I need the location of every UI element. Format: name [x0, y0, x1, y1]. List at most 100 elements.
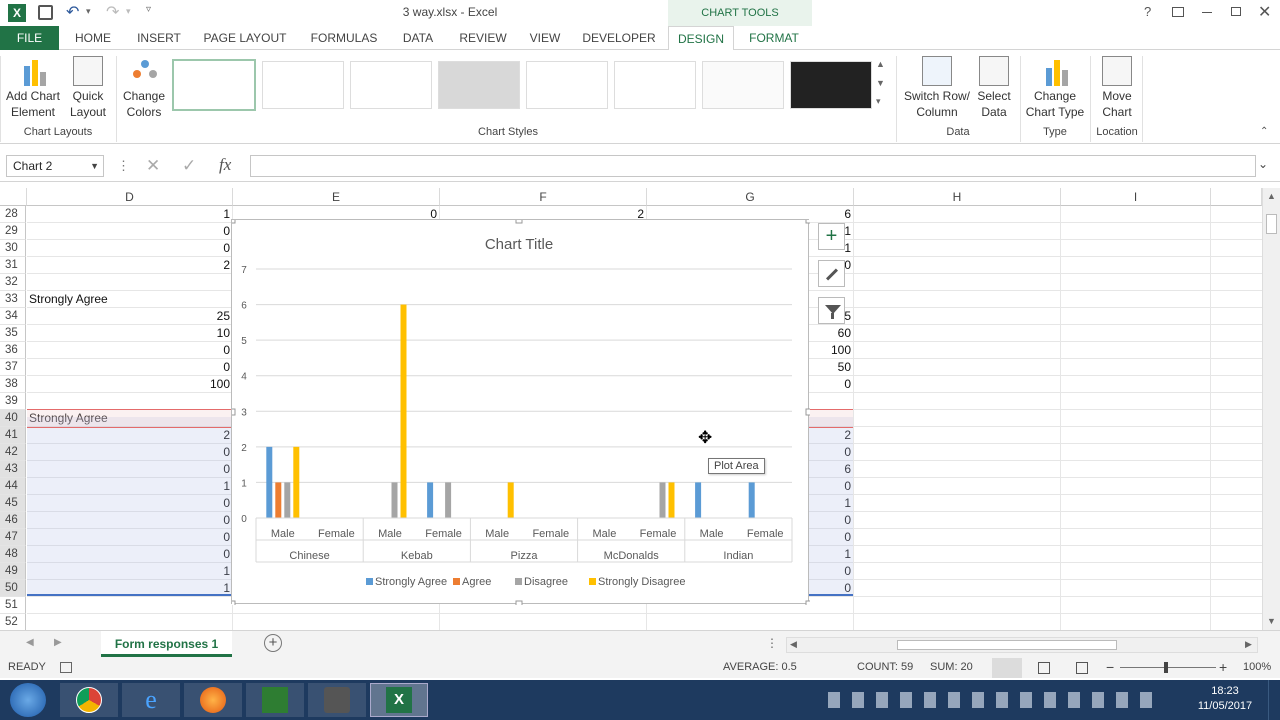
- help-icon[interactable]: ?: [1144, 4, 1151, 19]
- row-header[interactable]: 31: [0, 257, 26, 274]
- tab-insert[interactable]: INSERT: [130, 26, 188, 50]
- excel-taskbar-icon[interactable]: X: [370, 683, 428, 717]
- chart-styles-more[interactable]: ▾: [876, 96, 881, 107]
- row-header[interactable]: 42: [0, 444, 26, 461]
- row-header[interactable]: 51: [0, 597, 26, 614]
- sheet-tab-form-responses[interactable]: Form responses 1: [101, 631, 232, 657]
- col-header-g[interactable]: G: [647, 188, 854, 206]
- row-header[interactable]: 41: [0, 427, 26, 444]
- row-header[interactable]: 28: [0, 206, 26, 223]
- col-header-j[interactable]: [1211, 188, 1262, 206]
- tab-view[interactable]: VIEW: [522, 26, 568, 50]
- zoom-out-icon[interactable]: −: [1106, 659, 1114, 675]
- tab-review[interactable]: REVIEW: [452, 26, 514, 50]
- minimize-icon[interactable]: [1202, 12, 1212, 13]
- scroll-up-arrow[interactable]: ▲: [1267, 191, 1276, 201]
- row-header[interactable]: 50: [0, 580, 26, 597]
- start-button-icon[interactable]: [10, 683, 46, 717]
- clock-time[interactable]: 18:23: [1196, 685, 1254, 697]
- expand-formula-bar-icon[interactable]: ⌄: [1258, 157, 1268, 171]
- formula-input[interactable]: [250, 155, 1256, 177]
- row-header[interactable]: 44: [0, 478, 26, 495]
- chart-object[interactable]: Chart Title 0 1 2 3 4 5 6 7 Male Female Male Female M…: [231, 219, 810, 605]
- chart-styles-scroll-down[interactable]: ▼: [876, 78, 885, 88]
- page-break-view-icon[interactable]: [1076, 662, 1088, 674]
- zoom-slider[interactable]: [1120, 667, 1216, 668]
- undo-dropdown-icon[interactable]: ▾: [86, 6, 91, 17]
- row-header[interactable]: 35: [0, 325, 26, 342]
- col-header-e[interactable]: E: [233, 188, 440, 206]
- collapse-ribbon-icon[interactable]: ⌃: [1260, 126, 1268, 137]
- firefox-taskbar-icon[interactable]: [184, 683, 242, 717]
- clock-date[interactable]: 11/05/2017: [1196, 700, 1254, 712]
- change-colors-button[interactable]: Change Colors: [118, 56, 170, 120]
- chart-style-3[interactable]: [350, 61, 432, 109]
- row-header[interactable]: 37: [0, 359, 26, 376]
- change-chart-type-button[interactable]: Change Chart Type: [1022, 56, 1088, 120]
- horizontal-scrollbar[interactable]: ◀ ▶: [786, 637, 1258, 653]
- row-header[interactable]: 47: [0, 529, 26, 546]
- chart-style-8[interactable]: [790, 61, 872, 109]
- row-header[interactable]: 49: [0, 563, 26, 580]
- chart-style-7[interactable]: [702, 61, 784, 109]
- quick-layout-button[interactable]: Quick Layout: [64, 56, 112, 120]
- tab-format[interactable]: FORMAT: [740, 26, 808, 50]
- add-sheet-button[interactable]: +: [264, 634, 282, 652]
- macro-record-icon[interactable]: [60, 662, 72, 673]
- cell-d35[interactable]: 10: [27, 325, 233, 342]
- system-tray-icons[interactable]: [828, 692, 1164, 708]
- tab-home[interactable]: HOME: [64, 26, 122, 50]
- cell-d31[interactable]: 2: [27, 257, 233, 274]
- cell-d38[interactable]: 100: [27, 376, 233, 393]
- col-header-h[interactable]: H: [854, 188, 1061, 206]
- tab-design[interactable]: DESIGN: [668, 26, 734, 51]
- show-desktop-button[interactable]: [1268, 680, 1280, 720]
- row-header[interactable]: 45: [0, 495, 26, 512]
- save-icon[interactable]: [38, 5, 53, 20]
- normal-view-icon[interactable]: [992, 658, 1022, 678]
- zoom-in-icon[interactable]: +: [1219, 659, 1227, 675]
- name-box-dropdown-icon[interactable]: ▼: [90, 156, 99, 176]
- vertical-scrollbar[interactable]: ▲ ▼: [1262, 188, 1280, 630]
- row-header[interactable]: 34: [0, 308, 26, 325]
- row-header[interactable]: 29: [0, 223, 26, 240]
- redo-dropdown-icon[interactable]: ▾: [126, 6, 131, 17]
- scroll-down-arrow[interactable]: ▼: [1267, 616, 1276, 626]
- ie-taskbar-icon[interactable]: e: [122, 683, 180, 717]
- hscroll-thumb[interactable]: [897, 640, 1117, 650]
- chart-style-2[interactable]: [262, 61, 344, 109]
- row-header[interactable]: 52: [0, 614, 26, 630]
- row-header[interactable]: 40: [0, 410, 26, 427]
- col-header-f[interactable]: F: [440, 188, 647, 206]
- tab-file[interactable]: FILE: [0, 26, 59, 50]
- hscroll-right-arrow[interactable]: ▶: [1245, 639, 1252, 650]
- insert-function-icon[interactable]: fx: [219, 155, 231, 175]
- cell-d37[interactable]: 0: [27, 359, 233, 376]
- tab-developer[interactable]: DEVELOPER: [578, 26, 660, 50]
- undo-icon[interactable]: ↶: [66, 2, 79, 22]
- chart-filters-button[interactable]: [818, 297, 845, 324]
- tab-page-layout[interactable]: PAGE LAYOUT: [198, 26, 292, 50]
- chart-style-1[interactable]: [172, 59, 256, 111]
- prev-sheet-icon[interactable]: ◀: [26, 637, 34, 648]
- row-header[interactable]: 46: [0, 512, 26, 529]
- switch-row-column-button[interactable]: Switch Row/ Column: [900, 56, 974, 120]
- chart-elements-button[interactable]: +: [818, 223, 845, 250]
- cell-d29[interactable]: 0: [27, 223, 233, 240]
- row-header[interactable]: 33: [0, 291, 26, 308]
- sheet-options-icon[interactable]: ⋮: [766, 636, 778, 650]
- scroll-thumb[interactable]: [1266, 214, 1277, 234]
- tab-formulas[interactable]: FORMULAS: [304, 26, 384, 50]
- row-header[interactable]: 48: [0, 546, 26, 563]
- zoom-level[interactable]: 100%: [1243, 661, 1271, 673]
- restore-icon[interactable]: [1231, 7, 1241, 16]
- cell-d34[interactable]: 25: [27, 308, 233, 325]
- row-header[interactable]: 36: [0, 342, 26, 359]
- add-chart-element-button[interactable]: Add Chart Element: [2, 56, 64, 120]
- cancel-icon[interactable]: ✕: [146, 156, 160, 176]
- ribbon-display-icon[interactable]: [1172, 7, 1184, 17]
- row-header[interactable]: 30: [0, 240, 26, 257]
- row-header[interactable]: 39: [0, 393, 26, 410]
- enter-icon[interactable]: ✓: [182, 156, 196, 176]
- page-layout-view-icon[interactable]: [1038, 662, 1050, 674]
